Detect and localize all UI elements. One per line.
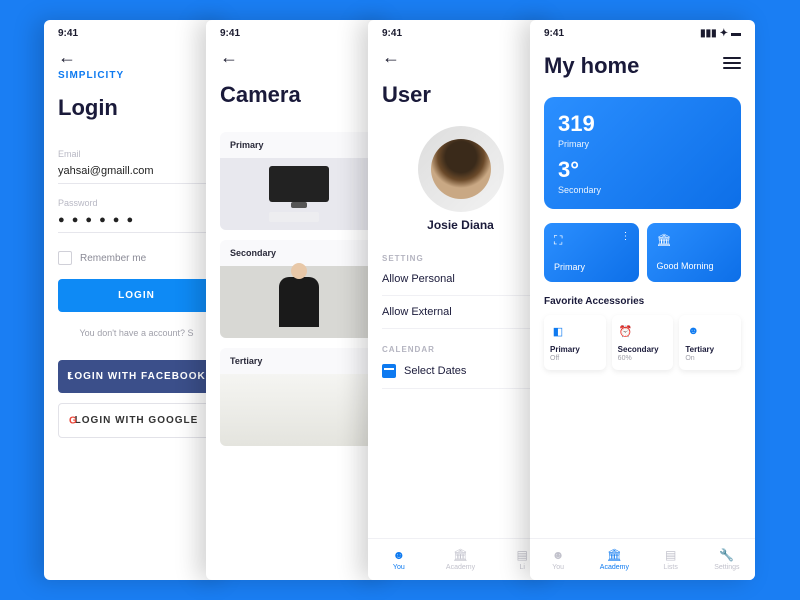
list-icon: ▤	[515, 548, 529, 562]
academy-icon: 🏛	[454, 548, 468, 562]
tab-bar: ☻ You 🏛 Academy ▤ Li	[368, 538, 553, 580]
page-title: Login	[58, 95, 215, 121]
settings-header: SETTING	[382, 254, 539, 263]
google-login-button[interactable]: G LOGIN WITH GOOGLE	[58, 403, 215, 438]
remember-checkbox[interactable]	[58, 251, 72, 265]
expand-icon: ⛶	[554, 233, 629, 248]
password-label: Password	[58, 198, 215, 208]
status-time: 9:41	[544, 28, 564, 39]
tab-settings[interactable]: 🔧 Settings	[699, 539, 755, 580]
login-button[interactable]: LOGIN	[58, 279, 215, 312]
status-bar: 9:41	[368, 20, 553, 43]
brand-logo: SIMPLICITY	[58, 70, 215, 81]
list-icon: ▤	[664, 548, 678, 562]
status-bar: 9:41	[206, 20, 391, 43]
user-icon: ☻	[392, 548, 406, 562]
clock-icon: ⏰	[618, 323, 634, 339]
primary-value-label: Primary	[558, 139, 727, 149]
tab-academy[interactable]: 🏛 Academy	[586, 539, 642, 580]
back-icon[interactable]: ←	[220, 47, 377, 68]
wifi-icon: ✦	[720, 28, 728, 39]
wrench-icon: 🔧	[720, 548, 734, 562]
calendar-icon	[382, 364, 396, 378]
password-field[interactable]: ● ● ● ● ● ●	[58, 214, 215, 233]
favorites-header: Favorite Accessories	[544, 296, 741, 307]
signup-prompt[interactable]: You don't have a account? S	[58, 328, 215, 338]
more-icon[interactable]: ⋮	[621, 231, 631, 242]
user-screen: 9:41 ← User Josie Diana SETTING Allow Pe…	[368, 20, 553, 580]
remember-me-row[interactable]: Remember me	[58, 251, 215, 265]
user-name: Josie Diana	[368, 218, 553, 232]
tab-you[interactable]: ☻ You	[530, 539, 586, 580]
select-dates-row[interactable]: Select Dates	[382, 354, 539, 389]
page-title: User	[382, 82, 539, 108]
avatar[interactable]	[418, 126, 504, 212]
back-icon[interactable]: ←	[382, 47, 539, 68]
person-icon: ☻	[685, 323, 701, 339]
page-title: Camera	[220, 82, 377, 108]
camera-thumb-icon	[220, 158, 377, 230]
favorite-accessory[interactable]: ◧ Primary Off	[544, 315, 606, 370]
user-icon: ☻	[551, 548, 565, 562]
academy-icon: 🏛	[607, 548, 621, 562]
email-field[interactable]: yahsai@gmaill.com	[58, 165, 215, 184]
allow-external-row[interactable]: Allow External	[382, 296, 539, 329]
wallet-icon: ◧	[550, 323, 566, 339]
tile-good-morning[interactable]: 🏛 Good Morning	[647, 223, 742, 282]
tab-you[interactable]: ☻ You	[368, 539, 430, 580]
secondary-value: 3°	[558, 157, 727, 183]
tab-lists[interactable]: ▤ Lists	[643, 539, 699, 580]
tab-bar: ☻ You 🏛 Academy ▤ Lists 🔧 Settings	[530, 538, 755, 580]
status-bar: 9:41 ▮▮▮ ✦ ▬	[530, 20, 755, 43]
status-time: 9:41	[220, 28, 240, 39]
favorite-accessory[interactable]: ☻ Tertiary On	[679, 315, 741, 370]
academy-icon: 🏛	[657, 233, 732, 247]
camera-screen: 9:41 ← Camera Primary Secondary Tertiary	[206, 20, 391, 580]
battery-icon: ▬	[731, 28, 741, 39]
tile-primary[interactable]: ⛶ ⋮ Primary	[544, 223, 639, 282]
back-icon[interactable]: ←	[58, 47, 215, 68]
status-bar: 9:41	[44, 20, 229, 43]
home-screen: 9:41 ▮▮▮ ✦ ▬ My home 319 Primary 3° Seco…	[530, 20, 755, 580]
email-label: Email	[58, 149, 215, 159]
secondary-value-label: Secondary	[558, 185, 727, 195]
primary-value: 319	[558, 111, 727, 137]
login-screen: 9:41 ← SIMPLICITY Login Email yahsai@gma…	[44, 20, 229, 580]
favorite-accessory[interactable]: ⏰ Secondary 60%	[612, 315, 674, 370]
google-icon: G	[69, 415, 78, 426]
menu-icon[interactable]	[723, 54, 741, 72]
tab-academy[interactable]: 🏛 Academy	[430, 539, 492, 580]
camera-card-primary[interactable]: Primary	[220, 132, 377, 230]
calendar-header: CALENDAR	[382, 345, 539, 354]
signal-icon: ▮▮▮	[700, 28, 717, 39]
facebook-icon: f	[68, 371, 72, 382]
facebook-login-button[interactable]: f LOGIN WITH FACEBOOK	[58, 360, 215, 393]
remember-label: Remember me	[80, 253, 146, 264]
camera-card-tertiary[interactable]: Tertiary	[220, 348, 377, 446]
status-time: 9:41	[58, 28, 78, 39]
summary-card[interactable]: 319 Primary 3° Secondary	[544, 97, 741, 209]
camera-card-secondary[interactable]: Secondary	[220, 240, 377, 338]
status-time: 9:41	[382, 28, 402, 39]
page-title: My home	[544, 53, 639, 79]
camera-thumb-icon	[220, 374, 377, 446]
camera-thumb-icon	[220, 266, 377, 338]
allow-personal-row[interactable]: Allow Personal	[382, 263, 539, 296]
